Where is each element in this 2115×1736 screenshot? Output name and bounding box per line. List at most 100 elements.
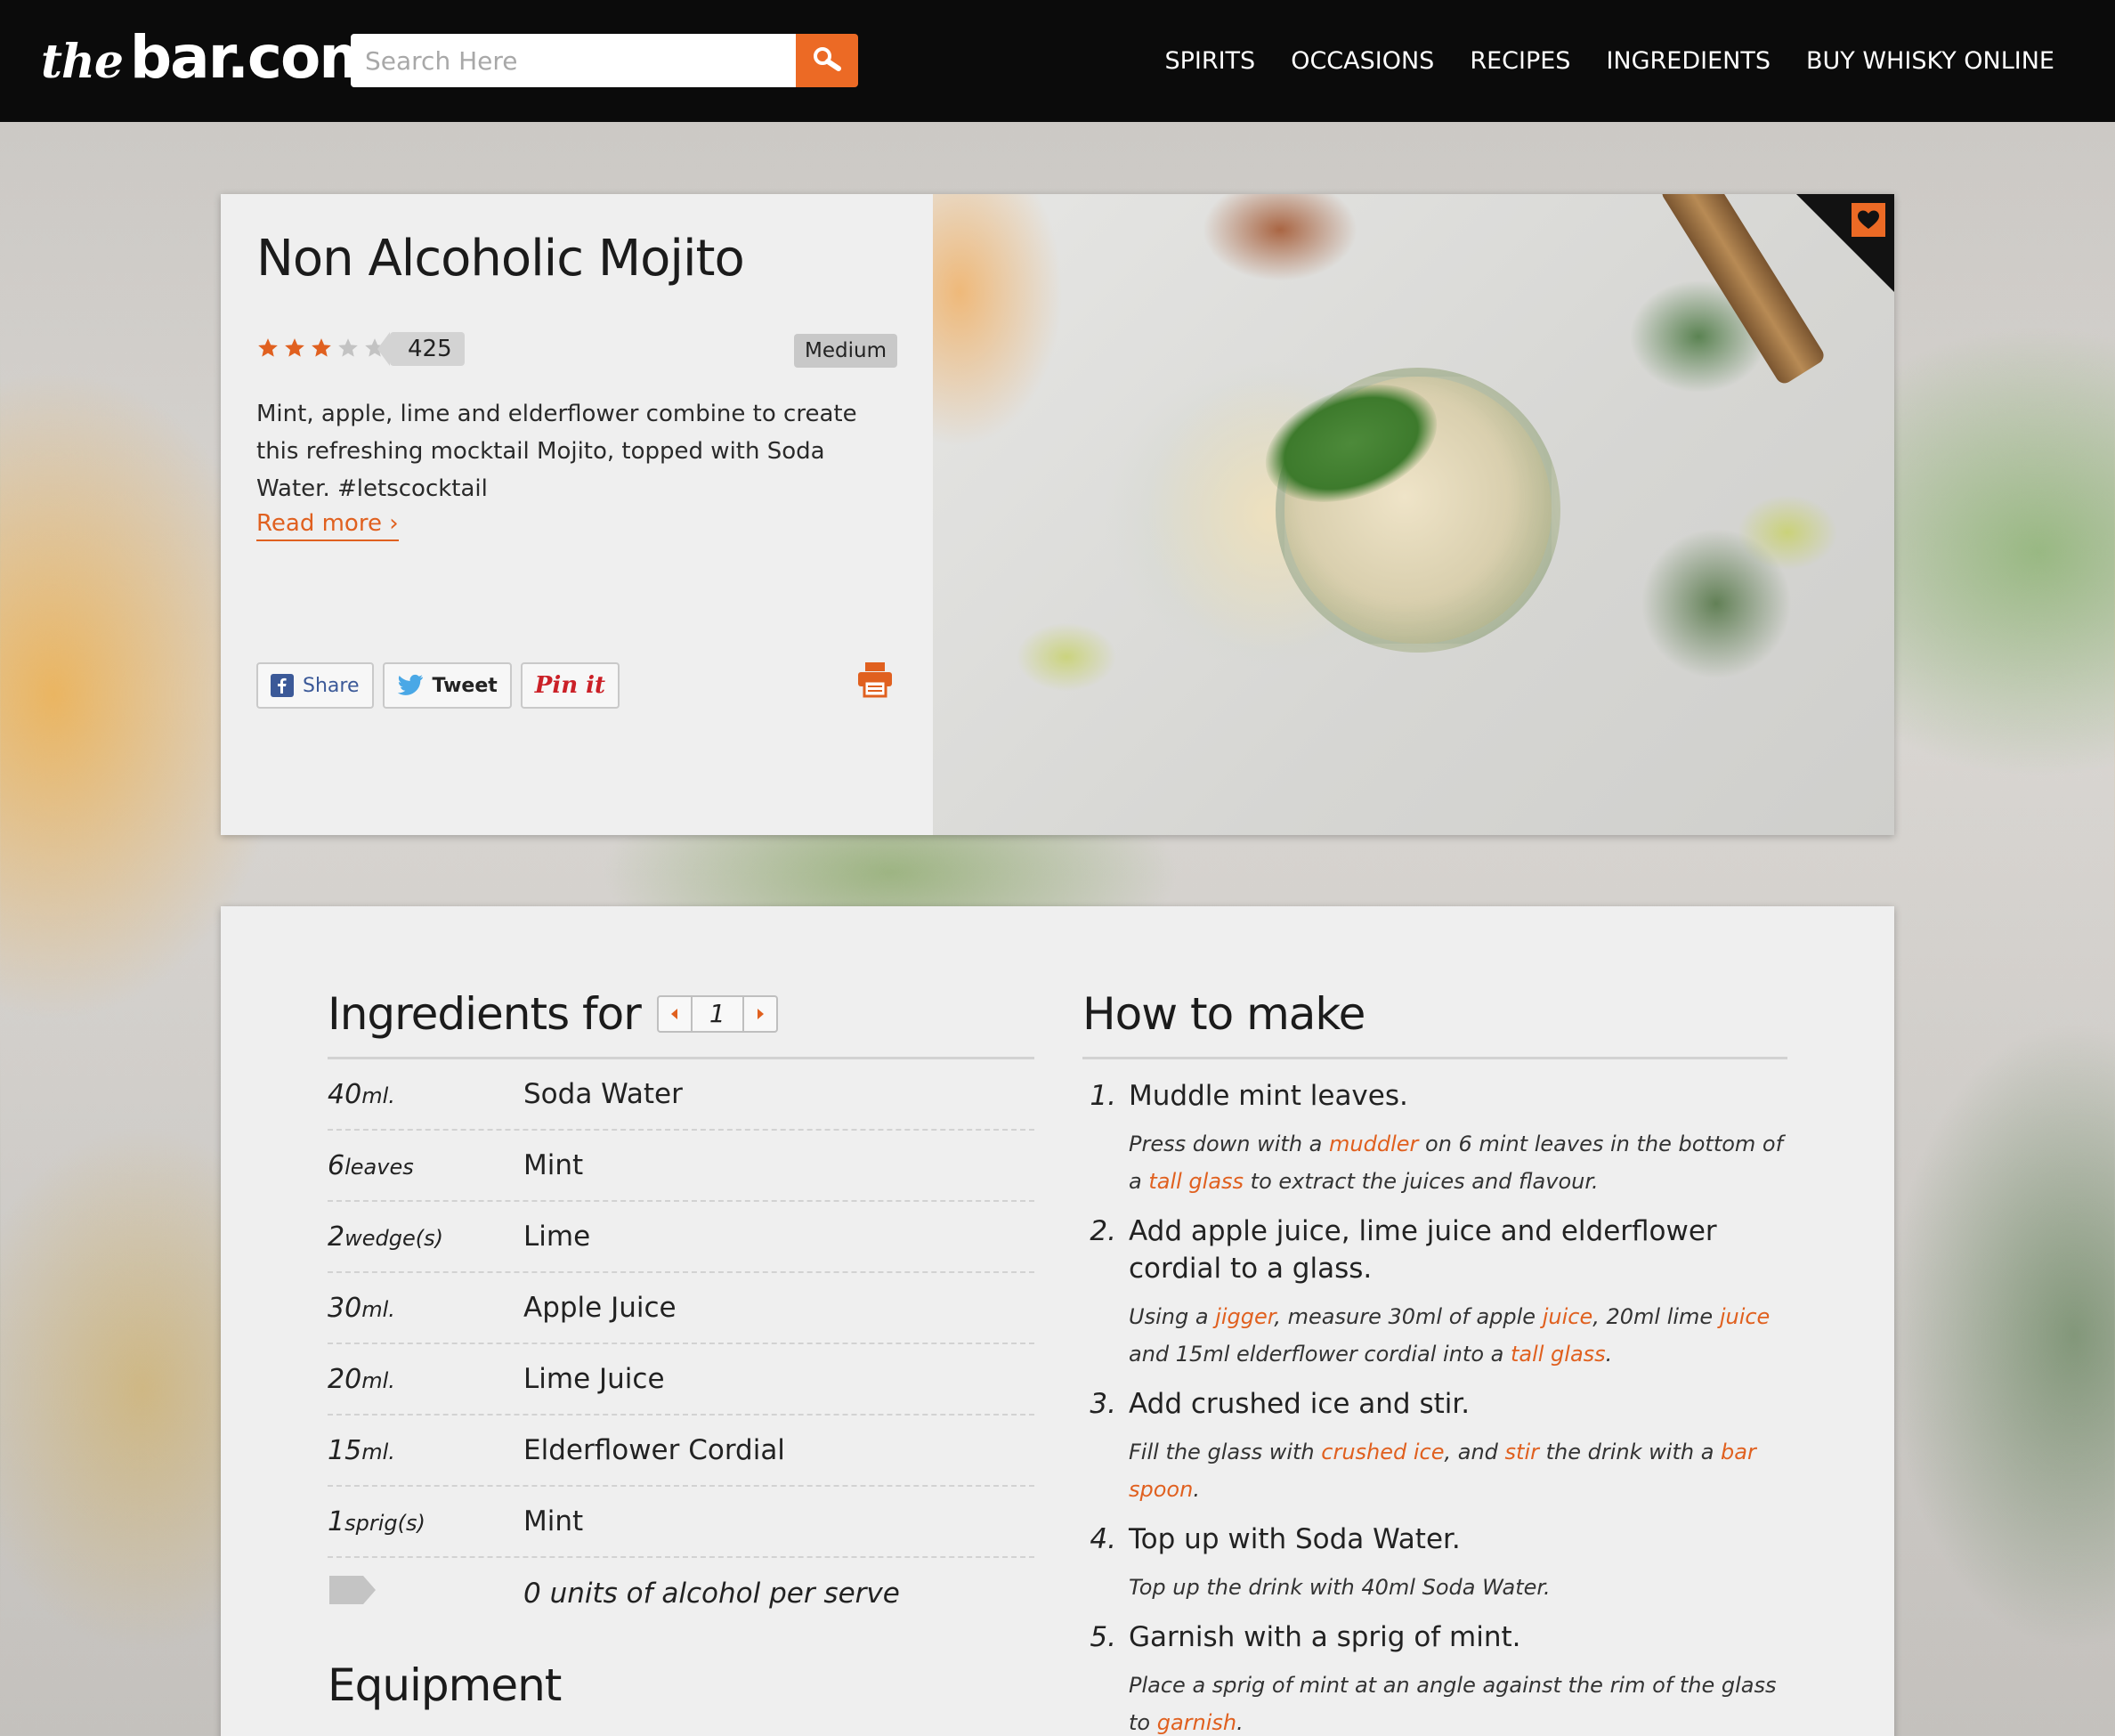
tag-icon — [329, 1576, 376, 1604]
servings-value[interactable]: 1 — [690, 996, 744, 1031]
search-button[interactable] — [796, 34, 858, 87]
read-more-link[interactable]: Read more › — [256, 507, 399, 541]
ingredient-name[interactable]: Soda Water — [523, 1078, 683, 1110]
equipment-link[interactable]: juice — [1543, 1304, 1593, 1329]
step-title: Garnish with a sprig of mint. — [1129, 1621, 1521, 1653]
step-body: Add apple juice, lime juice and elderflo… — [1129, 1213, 1787, 1373]
nav-buy-whisky-online[interactable]: BUY WHISKY ONLINE — [1806, 47, 2054, 75]
step-number: 5. — [1090, 1621, 1116, 1653]
ingredients-header: Ingredients for 1 — [328, 970, 1034, 1059]
alcohol-units-row: 0 units of alcohol per serve — [328, 1558, 1034, 1629]
pinterest-pin-label: Pin it — [534, 672, 606, 699]
servings-stepper: 1 — [656, 994, 778, 1033]
star-rating[interactable] — [256, 337, 386, 360]
ingredient-quantity: 2wedge(s) — [328, 1221, 523, 1253]
nav-occasions[interactable]: OCCASIONS — [1291, 47, 1434, 75]
star-icon-empty[interactable] — [336, 337, 360, 360]
star-icon-filled[interactable] — [283, 337, 306, 360]
equipment-link[interactable]: tall glass — [1148, 1169, 1244, 1194]
method-step: 2. Add apple juice, lime juice and elderf… — [1082, 1213, 1787, 1373]
step-detail-text: , 20ml lime — [1592, 1304, 1720, 1329]
step-detail: Using a jigger, measure 30ml of apple ju… — [1129, 1298, 1787, 1373]
ingredient-name[interactable]: Elderflower Cordial — [523, 1434, 785, 1466]
step-detail-text: , measure 30ml of apple — [1274, 1304, 1543, 1329]
recipe-hero-card: Non Alcoholic Mojito 425 Medium Mint, ap… — [221, 194, 1894, 835]
equipment-heading: Equipment — [328, 1659, 562, 1711]
method-step: 3. Add crushed ice and stir. Fill the glas… — [1082, 1385, 1787, 1508]
step-detail-text: . — [1193, 1477, 1200, 1502]
ingredient-quantity: 30ml. — [328, 1293, 523, 1324]
step-title: Top up with Soda Water. — [1129, 1523, 1461, 1555]
step-title: Add apple juice, lime juice and elderflo… — [1129, 1215, 1717, 1285]
step-detail-text: . — [1605, 1342, 1613, 1367]
star-icon-filled[interactable] — [310, 337, 333, 360]
method-step: 1. Muddle mint leaves. Press down with a m… — [1082, 1077, 1787, 1200]
nav-recipes[interactable]: RECIPES — [1470, 47, 1570, 75]
rating-count: 425 — [377, 332, 465, 366]
servings-increase-button[interactable] — [744, 997, 776, 1031]
step-detail-text: Top up the drink with 40ml Soda Water. — [1129, 1575, 1551, 1600]
ingredient-name[interactable]: Mint — [523, 1505, 583, 1537]
equipment-link[interactable]: jigger — [1215, 1304, 1274, 1329]
ingredient-unit: ml. — [361, 1296, 395, 1322]
step-detail-text: , and — [1444, 1440, 1505, 1464]
step-detail: Top up the drink with 40ml Soda Water. — [1129, 1569, 1787, 1606]
print-icon — [858, 662, 892, 698]
print-button[interactable] — [856, 661, 894, 702]
ingredient-name[interactable]: Lime Juice — [523, 1363, 665, 1395]
step-body: Top up with Soda Water. Top up the drink … — [1129, 1521, 1787, 1606]
ingredient-quantity: 1sprig(s) — [328, 1506, 523, 1537]
step-detail-text: the drink with a — [1539, 1440, 1722, 1464]
star-icon-filled[interactable] — [256, 337, 280, 360]
ingredient-unit: ml. — [361, 1083, 395, 1108]
pinterest-pin-button[interactable]: Pin it — [520, 662, 620, 709]
facebook-share-label: Share — [303, 674, 360, 697]
step-number: 3. — [1090, 1388, 1116, 1420]
servings-decrease-button[interactable] — [659, 997, 691, 1031]
equipment-link[interactable]: crushed ice — [1321, 1440, 1444, 1464]
ingredient-unit: ml. — [361, 1367, 395, 1393]
twitter-tweet-button[interactable]: Tweet — [382, 662, 512, 709]
ingredient-qty-value: 2 — [328, 1221, 345, 1253]
recipe-title: Non Alcoholic Mojito — [256, 230, 745, 288]
step-detail-text: . — [1236, 1710, 1244, 1735]
equipment-link[interactable]: garnish — [1157, 1710, 1236, 1735]
ingredient-name[interactable]: Apple Juice — [523, 1292, 677, 1324]
ingredient-row: 2wedge(s) Lime — [328, 1202, 1034, 1273]
how-to-make-section: How to make 1. Muddle mint leaves. Press d… — [1082, 970, 1787, 1736]
ingredient-name[interactable]: Lime — [523, 1221, 590, 1253]
top-navigation-bar: the bar.com ® SPIRITS OCCASIONS RECIPES … — [0, 0, 2115, 122]
social-share-buttons: Share Tweet Pin it — [256, 662, 620, 709]
ingredient-name[interactable]: Mint — [523, 1149, 583, 1181]
ingredient-row: 40ml. Soda Water — [328, 1059, 1034, 1131]
recipe-details-panel: Ingredients for 1 40ml. Soda Water 6leav… — [221, 906, 1894, 1736]
ingredient-unit: sprig(s) — [344, 1510, 425, 1536]
nav-spirits[interactable]: SPIRITS — [1164, 47, 1255, 75]
alcohol-units-text: 0 units of alcohol per serve — [523, 1578, 900, 1610]
ingredient-quantity: 6leaves — [328, 1150, 523, 1181]
search-input[interactable] — [351, 34, 796, 87]
ingredient-unit: wedge(s) — [344, 1225, 443, 1251]
equipment-link[interactable]: juice — [1720, 1304, 1771, 1329]
twitter-tweet-label: Tweet — [432, 674, 498, 697]
equipment-link[interactable]: muddler — [1329, 1132, 1418, 1156]
ingredient-qty-value: 1 — [328, 1505, 345, 1537]
method-step: 4. Top up with Soda Water. Top up the drin… — [1082, 1521, 1787, 1606]
ingredient-quantity: 40ml. — [328, 1079, 523, 1110]
ingredient-row: 6leaves Mint — [328, 1131, 1034, 1202]
equipment-link[interactable]: stir — [1505, 1440, 1539, 1464]
equipment-link[interactable]: tall glass — [1511, 1342, 1606, 1367]
site-logo[interactable]: the bar.com ® — [41, 23, 391, 94]
search-icon — [814, 47, 841, 71]
ingredient-unit: ml. — [361, 1439, 395, 1464]
step-title: Muddle mint leaves. — [1129, 1080, 1408, 1112]
nav-ingredients[interactable]: INGREDIENTS — [1606, 47, 1771, 75]
recipe-summary: Non Alcoholic Mojito 425 Medium Mint, ap… — [221, 194, 933, 835]
favourite-button[interactable] — [1852, 203, 1885, 237]
method-steps: 1. Muddle mint leaves. Press down with a m… — [1082, 1077, 1787, 1736]
how-to-make-header: How to make — [1082, 970, 1787, 1059]
step-detail: Press down with a muddler on 6 mint leav… — [1129, 1125, 1787, 1200]
facebook-share-button[interactable]: Share — [256, 662, 374, 709]
step-body: Muddle mint leaves. Press down with a mud… — [1129, 1077, 1787, 1200]
how-to-make-heading: How to make — [1082, 987, 1365, 1040]
